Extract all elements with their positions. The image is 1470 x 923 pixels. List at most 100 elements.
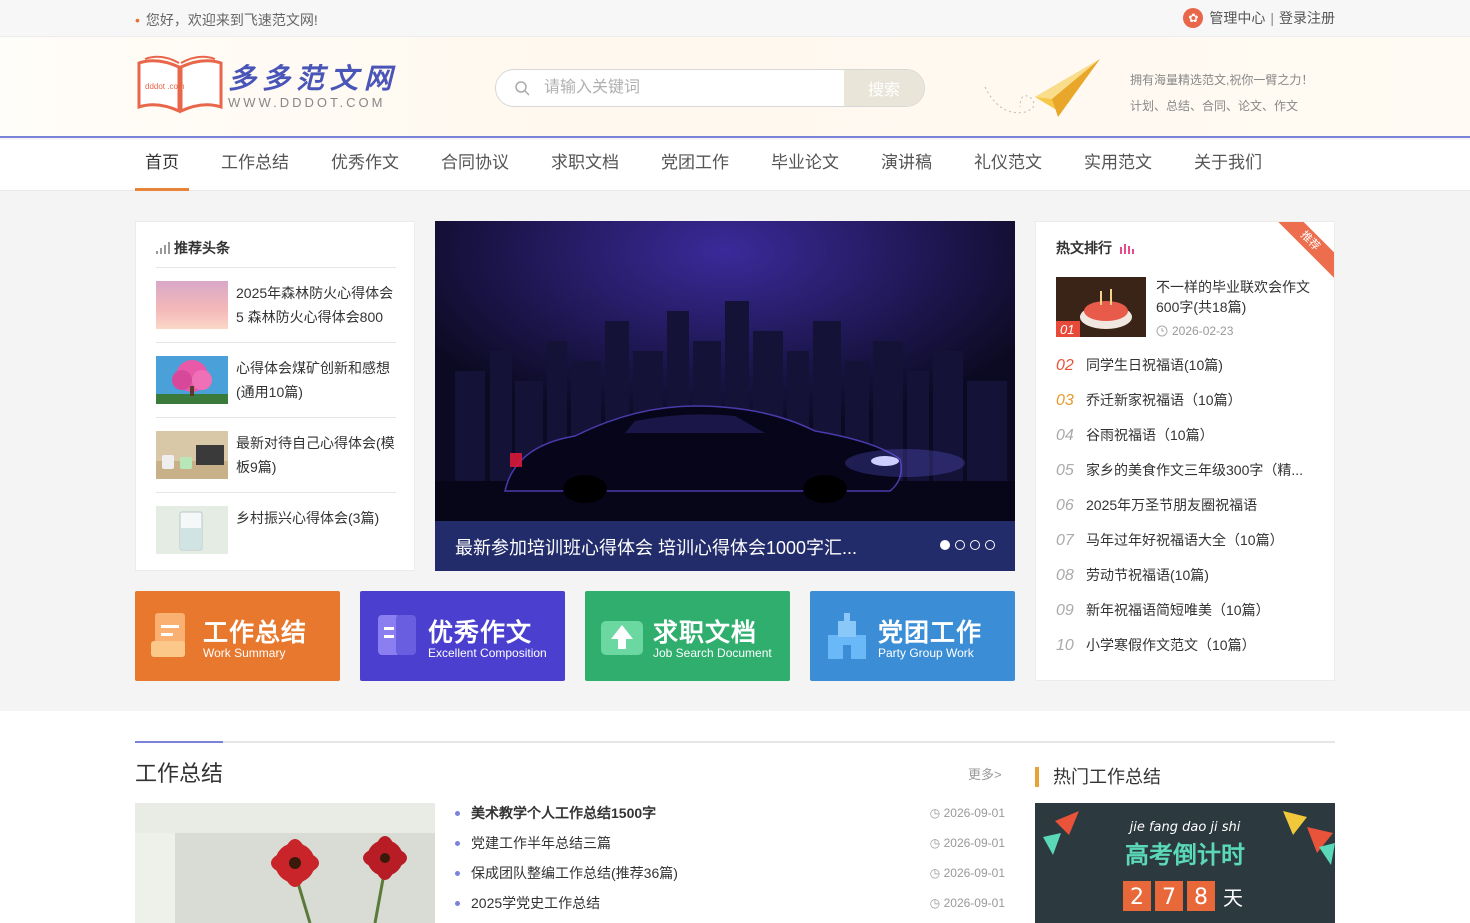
row-title[interactable]: 美术教学个人工作总结1500字 [471, 805, 656, 821]
tile-work-summary[interactable]: 工作总结 Work Summary [135, 591, 340, 681]
top-bar: • 您好，欢迎来到飞速范文网! ✿ 管理中心 | 登录注册 [0, 0, 1470, 37]
row-title[interactable]: 保成团队整编工作总结(推荐36篇) [471, 865, 678, 881]
row-title[interactable]: 党建工作半年总结三篇 [471, 835, 611, 851]
rank-number: 03 [1056, 392, 1074, 409]
login-register-link[interactable]: 登录注册 [1279, 8, 1335, 28]
list-item[interactable]: 乡村振兴心得体会(3篇) [156, 506, 396, 556]
rank-number: 09 [1056, 602, 1074, 619]
hot-item-first[interactable]: 01 不一样的毕业联欢会作文600字(共18篇) 2026-02-23 [1056, 277, 1316, 339]
countdown-unit: 天 [1223, 886, 1243, 910]
section-feature-image[interactable] [135, 803, 435, 923]
tile-job-doc[interactable]: 求职文档 Job Search Document [585, 591, 790, 681]
row-date-label: 2026-09-01 [943, 806, 1005, 820]
hot-item[interactable]: 04 谷雨祝福语（10篇） [1056, 425, 1316, 445]
admin-center-link[interactable]: 管理中心 [1209, 8, 1265, 28]
list-item[interactable]: 心得体会煤矿创新和感想(通用10篇) [156, 356, 396, 406]
hot-item-title[interactable]: 不一样的毕业联欢会作文600字(共18篇) [1156, 277, 1316, 317]
search-button[interactable]: 搜索 [844, 70, 924, 106]
banner-caption[interactable]: 最新参加培训班心得体会 培训心得体会1000字汇... [435, 521, 1015, 571]
nav-item-work-summary[interactable]: 工作总结 [211, 140, 299, 191]
row-date-label: 2026-09-01 [943, 866, 1005, 880]
list-item-title[interactable]: 最新对待自己心得体会(模板9篇) [236, 431, 398, 479]
search-input[interactable] [544, 70, 844, 106]
main-nav: 首页 工作总结 优秀作文 合同协议 求职文档 党团工作 毕业论文 演讲稿 礼仪范… [0, 140, 1470, 191]
nav-item-contract[interactable]: 合同协议 [431, 140, 519, 191]
logo-url: WWW.DDDOT.COM [228, 95, 386, 110]
clock-icon: ◷ [929, 866, 941, 880]
carousel-dot[interactable] [940, 540, 950, 550]
table-row[interactable]: 保成团队整编工作总结(推荐36篇) ◷ 2026-09-01 [455, 863, 1005, 893]
hot-item[interactable]: 05 家乡的美食作文三年级300字（精... [1056, 460, 1316, 480]
row-title[interactable]: 2025学党史工作总结 [471, 895, 600, 911]
tile-party-work[interactable]: 党团工作 Party Group Work [810, 591, 1015, 681]
tile-composition[interactable]: 优秀作文 Excellent Composition [360, 591, 565, 681]
slogan: 拥有海量精选范文,祝你一臂之力！ 计划、总结、合同、论文、作文 [1130, 67, 1313, 119]
nav-item-party[interactable]: 党团工作 [651, 140, 739, 191]
top-links: ✿ 管理中心 | 登录注册 [1183, 8, 1335, 28]
slogan-line-1: 拥有海量精选范文,祝你一臂之力！ [1130, 73, 1314, 87]
hot-item-title[interactable]: 劳动节祝福语(10篇) [1086, 567, 1209, 583]
nav-item-etiquette[interactable]: 礼仪范文 [964, 140, 1052, 191]
banner-caption-text[interactable]: 最新参加培训班心得体会 培训心得体会1000字汇... [455, 534, 857, 560]
logo-badge: dddot .com [145, 82, 185, 91]
list-item[interactable]: 2025年森林防火心得体会5 森林防火心得体会800 [156, 281, 396, 331]
hot-item-title[interactable]: 同学生日祝福语(10篇) [1086, 357, 1223, 373]
header: dddot .com 多多范文网 WWW.DDDOT.COM 搜索 拥有海量精选… [0, 37, 1470, 138]
list-item-title[interactable]: 乡村振兴心得体会(3篇) [236, 506, 398, 530]
nav-item-composition[interactable]: 优秀作文 [321, 140, 409, 191]
hot-item-title[interactable]: 家乡的美食作文三年级300字（精... [1086, 462, 1303, 478]
logo-text[interactable]: 多多范文网 [228, 57, 398, 97]
carousel-dot[interactable] [985, 540, 995, 550]
hot-ranking-title: 热文排行 [1056, 238, 1134, 258]
hot-item[interactable]: 08 劳动节祝福语(10篇) [1056, 565, 1316, 585]
search-box: 搜索 [495, 69, 925, 107]
logo-book-icon[interactable]: dddot .com [135, 53, 225, 117]
countdown-image[interactable]: jie fang dao ji shi 高考倒计时 2 7 8 天 [1035, 803, 1335, 923]
list-item-title[interactable]: 心得体会煤矿创新和感想(通用10篇) [236, 356, 398, 404]
list-item[interactable]: 最新对待自己心得体会(模板9篇) [156, 431, 396, 481]
hot-item-date-label: 2026-02-23 [1172, 324, 1234, 338]
more-link[interactable]: 更多> [968, 764, 1002, 783]
nav-item-practical[interactable]: 实用范文 [1074, 140, 1162, 191]
tile-title: 工作总结 [203, 619, 308, 647]
rank-number: 07 [1056, 532, 1074, 549]
tile-subtitle: Party Group Work [878, 646, 974, 660]
search-icon [515, 81, 530, 96]
nav-item-home[interactable]: 首页 [135, 140, 189, 191]
paper-plane-icon [984, 59, 1100, 117]
hot-item-title[interactable]: 2025年万圣节朋友圈祝福语 [1086, 497, 1257, 513]
hot-item[interactable]: 02 同学生日祝福语(10篇) [1056, 355, 1316, 375]
list-item-title[interactable]: 2025年森林防火心得体会5 森林防火心得体会800 [236, 281, 398, 329]
divider [156, 267, 396, 268]
hot-item-title[interactable]: 乔迁新家祝福语（10篇） [1086, 392, 1242, 408]
carousel-dot[interactable] [970, 540, 980, 550]
clock-icon [1156, 325, 1168, 337]
hot-item[interactable]: 03 乔迁新家祝福语（10篇） [1056, 390, 1316, 410]
hot-item[interactable]: 07 马年过年好祝福语大全（10篇） [1056, 530, 1316, 550]
hot-item-title[interactable]: 小学寒假作文范文（10篇） [1086, 637, 1256, 653]
carousel-dots [935, 540, 995, 550]
hot-item[interactable]: 09 新年祝福语简短唯美（10篇） [1056, 600, 1316, 620]
hot-item-title[interactable]: 谷雨祝福语（10篇） [1086, 427, 1214, 443]
table-row[interactable]: 2025学党史工作总结 ◷ 2026-09-01 [455, 893, 1005, 923]
table-row[interactable]: 美术教学个人工作总结1500字 ◷ 2026-09-01 [455, 803, 1005, 833]
rank-number: 10 [1056, 637, 1074, 654]
hot-item-title[interactable]: 马年过年好祝福语大全（10篇） [1086, 532, 1284, 548]
hero-banner[interactable]: 最新参加培训班心得体会 培训心得体会1000字汇... [435, 221, 1015, 571]
row-date: ◷ 2026-09-01 [930, 893, 1005, 913]
divider [156, 417, 396, 418]
nav-item-job[interactable]: 求职文档 [541, 140, 629, 191]
table-row[interactable]: 党建工作半年总结三篇 ◷ 2026-09-01 [455, 833, 1005, 863]
upload-icon [601, 621, 643, 655]
thumbnail-cake: 01 [1056, 277, 1146, 337]
nav-item-thesis[interactable]: 毕业论文 [761, 140, 849, 191]
carousel-dot[interactable] [955, 540, 965, 550]
hot-item-title[interactable]: 新年祝福语简短唯美（10篇） [1086, 602, 1270, 618]
hot-item[interactable]: 06 2025年万圣节朋友圈祝福语 [1056, 495, 1316, 515]
row-date: ◷ 2026-09-01 [930, 863, 1005, 883]
hot-ranking-panel: 热文排行 推荐 01 不一样的毕业联欢会作文600字(共18篇) 2026-02… [1035, 221, 1335, 681]
recommend-title: 推荐头条 [156, 238, 230, 258]
hot-item[interactable]: 10 小学寒假作文范文（10篇） [1056, 635, 1316, 655]
nav-item-speech[interactable]: 演讲稿 [871, 140, 942, 191]
nav-item-about[interactable]: 关于我们 [1184, 140, 1272, 191]
